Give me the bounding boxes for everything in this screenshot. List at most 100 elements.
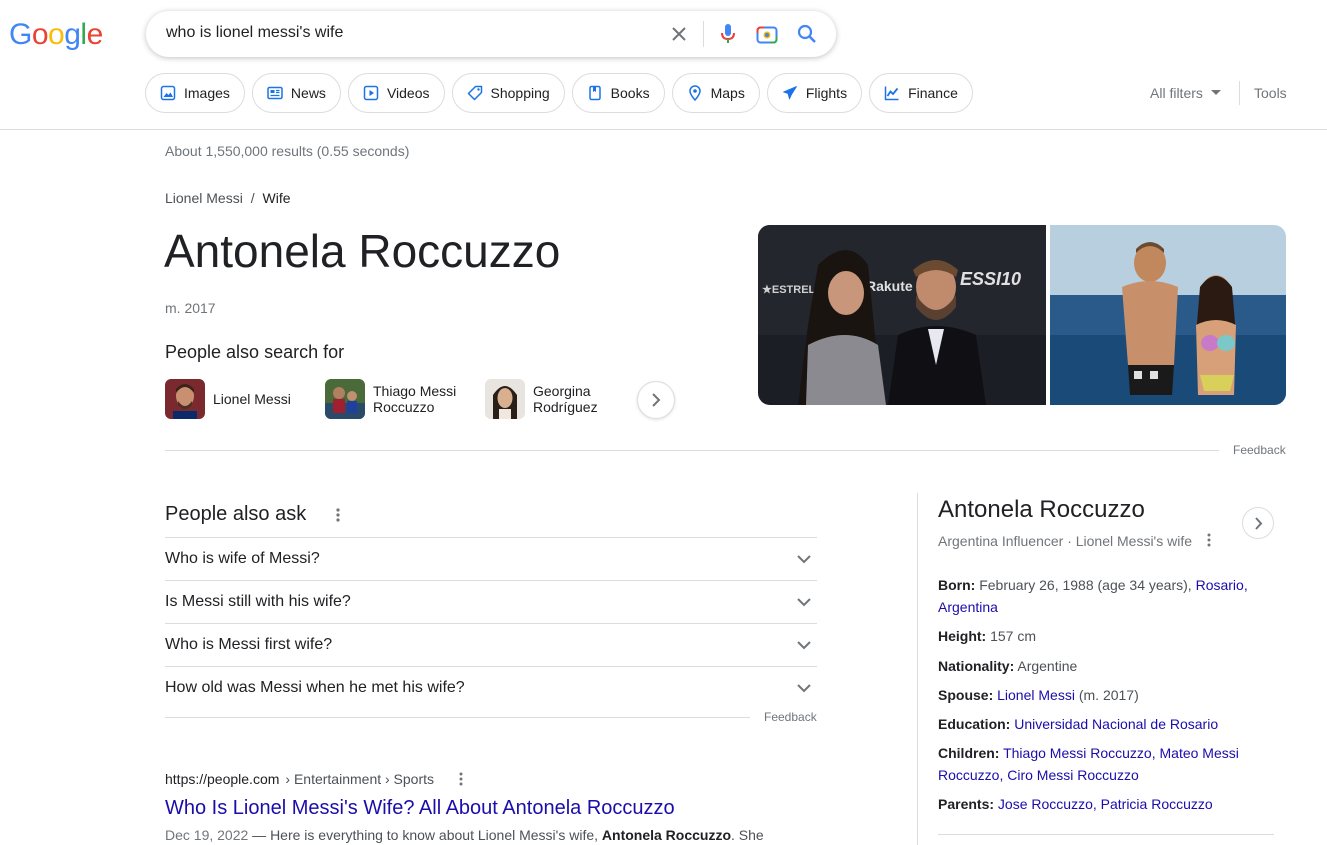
snippet-bold: Antonela Roccuzzo (601, 827, 732, 843)
search-icon[interactable] (795, 22, 819, 46)
search-input[interactable]: who is lionel messi's wife (166, 24, 343, 42)
fact-link[interactable]: Roccuzzo, (938, 767, 1003, 783)
fact-born: Born: February 26, 1988 (age 34 years), … (938, 574, 1268, 618)
tag-icon (467, 85, 482, 101)
breadcrumb-separator: / (250, 190, 255, 206)
filter-chips: Images News Videos Shopping Books Maps F… (145, 73, 973, 113)
snippet-text: . She (731, 827, 764, 843)
people-also-search-item[interactable]: Georgina Rodríguez (485, 379, 598, 419)
person-name: Georgina (533, 383, 591, 399)
logo-letter: o (48, 18, 65, 51)
people-also-search-title: People also search for (165, 342, 345, 362)
clear-icon[interactable] (667, 22, 691, 46)
more-options-icon[interactable] (456, 771, 466, 787)
feedback-link[interactable]: Feedback (764, 710, 817, 724)
google-logo[interactable]: Google (9, 18, 103, 52)
fact-label: Parents: (938, 796, 995, 812)
fact-nationality: Nationality: Argentine (938, 655, 1268, 677)
result-domain: https://people.com (165, 771, 280, 787)
chip-label: News (290, 85, 326, 101)
fact-link[interactable]: Ciro Messi Roccuzzo (1007, 767, 1138, 783)
more-options-icon[interactable] (333, 506, 343, 529)
fact-link[interactable]: Argentina (938, 599, 998, 615)
fact-link[interactable]: Rosario, (1196, 577, 1248, 593)
dropdown-arrow-icon (1210, 90, 1221, 95)
knowledge-panel-divider (917, 493, 918, 845)
search-divider (703, 21, 704, 47)
paa-question-label: Is Messi still with his wife? (165, 593, 351, 610)
knowledge-panel-subtitle: Argentina Influencer · Lionel Messi's wi… (938, 533, 1193, 549)
knowledge-panel-next-button[interactable] (1242, 507, 1274, 539)
paa-question-label: Who is wife of Messi? (165, 550, 320, 567)
chevron-right-icon (652, 393, 661, 407)
camera-lens-icon[interactable] (755, 22, 779, 46)
fact-parents: Parents: Jose Roccuzzo, Patricia Roccuzz… (938, 793, 1268, 815)
answer-title: Antonela Roccuzzo (164, 225, 561, 277)
result-date: Dec 19, 2022 (165, 827, 249, 843)
logo-letter: g (64, 18, 81, 51)
chip-label: Images (184, 85, 230, 101)
fact-link[interactable]: Thiago Messi Roccuzzo, (1003, 745, 1156, 761)
knowledge-panel-title: Antonela Roccuzzo (938, 496, 1145, 523)
fact-link[interactable]: Lionel Messi (997, 687, 1075, 703)
chip-label: Videos (386, 85, 430, 101)
pin-icon (688, 85, 701, 101)
result-url[interactable]: https://people.com › Entertainment › Spo… (165, 771, 466, 787)
chip-finance[interactable]: Finance (869, 73, 973, 113)
breadcrumb-parent-link[interactable]: Lionel Messi (165, 190, 243, 206)
chip-news[interactable]: News (251, 73, 341, 113)
chip-shopping[interactable]: Shopping (451, 73, 565, 113)
knowledge-panel-bottom-divider (938, 834, 1274, 835)
next-button[interactable] (637, 381, 675, 419)
result-snippet: Dec 19, 2022 — Here is everything to kno… (165, 827, 764, 843)
book-icon (588, 85, 601, 101)
result-title-link[interactable]: Who Is Lionel Messi's Wife? All About An… (165, 797, 675, 820)
result-path: › Entertainment › Sports (285, 771, 435, 787)
chip-books[interactable]: Books (571, 73, 665, 113)
fact-label: Spouse: (938, 687, 994, 703)
feedback-link[interactable]: Feedback (1233, 443, 1286, 457)
header-divider (0, 129, 1327, 130)
logo-letter: e (86, 18, 104, 51)
fact-link[interactable]: Patricia Roccuzzo (1101, 796, 1213, 812)
result-stats: About 1,550,000 results (0.55 seconds) (165, 143, 410, 159)
chip-flights[interactable]: Flights (766, 73, 863, 113)
chip-label: Books (610, 85, 650, 101)
paa-question[interactable]: Who is Messi first wife? (165, 623, 817, 666)
chip-maps[interactable]: Maps (671, 73, 760, 113)
chevron-down-icon (797, 597, 811, 606)
svg-text:ESSI10: ESSI10 (960, 269, 1021, 289)
fact-link[interactable]: Mateo Messi (1160, 745, 1239, 761)
people-also-search-item[interactable]: Thiago Messi Roccuzzo (325, 379, 456, 419)
all-filters-button[interactable]: All filters (1150, 85, 1221, 101)
image-icon (160, 85, 176, 101)
chip-videos[interactable]: Videos (347, 73, 445, 113)
paa-question-label: Who is Messi first wife? (165, 636, 333, 653)
fact-label: Born: (938, 577, 976, 593)
beach-photo[interactable] (1050, 225, 1286, 405)
married-year: m. 2017 (165, 300, 216, 316)
fact-value: 157 cm (990, 628, 1037, 644)
fact-link[interactable]: Jose Roccuzzo, (998, 796, 1097, 812)
paa-question[interactable]: Is Messi still with his wife? (165, 580, 817, 623)
featured-divider (165, 450, 1219, 451)
more-options-icon[interactable] (1204, 532, 1214, 553)
chip-label: Flights (805, 85, 848, 101)
chevron-down-icon (797, 640, 811, 649)
person-name: Lionel Messi (213, 391, 291, 407)
paa-question[interactable]: How old was Messi when he met his wife? (165, 666, 817, 709)
chip-images[interactable]: Images (145, 73, 245, 113)
paa-divider (165, 717, 750, 718)
tools-button[interactable]: Tools (1254, 85, 1287, 101)
fact-link[interactable]: Universidad Nacional de Rosario (1014, 716, 1218, 732)
logo-letter: o (31, 18, 49, 51)
fact-label: Education: (938, 716, 1011, 732)
chip-label: Finance (908, 85, 958, 101)
microphone-icon[interactable] (716, 22, 740, 46)
paa-question[interactable]: Who is wife of Messi? (165, 537, 817, 580)
couple-photo[interactable]: ★ESTRELL Rakute ESSI10 (758, 225, 1046, 405)
chevron-down-icon (797, 683, 811, 692)
person-name: Thiago Messi (373, 383, 457, 399)
search-box[interactable]: who is lionel messi's wife (146, 11, 836, 57)
people-also-search-item[interactable]: Lionel Messi (165, 379, 291, 419)
